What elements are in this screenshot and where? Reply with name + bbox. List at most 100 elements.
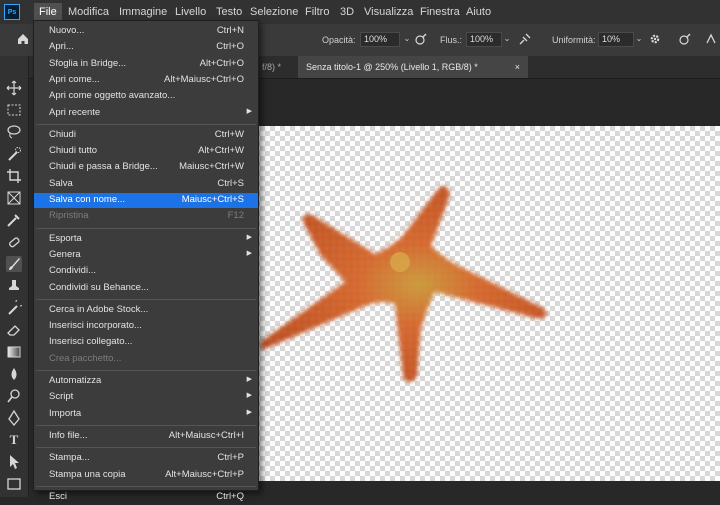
- opacity-label: Opacità:: [322, 35, 356, 45]
- menu-file[interactable]: File: [34, 3, 62, 21]
- type-tool-icon[interactable]: T: [6, 432, 22, 448]
- menu-item-stampa-una-copia[interactable]: Stampa una copia Alt+Maiusc+Ctrl+P: [34, 468, 258, 483]
- menu-separator: [36, 298, 256, 300]
- brush-tool-icon[interactable]: [6, 256, 22, 272]
- eyedropper-tool-icon[interactable]: [6, 212, 22, 228]
- menu-item-salva[interactable]: Salva Ctrl+S: [34, 177, 258, 192]
- tab-active-document[interactable]: Senza titolo-1 @ 250% (Livello 1, RGB/8)…: [298, 56, 528, 78]
- gradient-tool-icon[interactable]: [6, 344, 22, 360]
- dodge-tool-icon[interactable]: [6, 388, 22, 404]
- menu-item-importa[interactable]: Importa ▶: [34, 407, 258, 422]
- menu-item-chiudi[interactable]: Chiudi Ctrl+W: [34, 128, 258, 143]
- menu-item-cerca-in-adobe-stock[interactable]: Cerca in Adobe Stock...: [34, 303, 258, 318]
- menu-item-label: Salva con nome...: [49, 194, 126, 205]
- menu-item-label: Esporta: [49, 232, 82, 244]
- document-canvas[interactable]: [225, 126, 720, 481]
- tab-close-icon[interactable]: ×: [515, 56, 520, 78]
- opacity-dropdown-icon[interactable]: ⌄: [400, 32, 414, 46]
- menu-3d[interactable]: 3D: [340, 5, 354, 19]
- menu-item-inserisci-collegato[interactable]: Inserisci collegato...: [34, 335, 258, 350]
- rectangle-tool-icon[interactable]: [6, 476, 22, 492]
- menu-visualizza[interactable]: Visualizza: [364, 5, 413, 19]
- home-icon[interactable]: [16, 32, 30, 46]
- flow-field[interactable]: 100%: [466, 32, 502, 47]
- menu-filtro[interactable]: Filtro: [305, 5, 329, 19]
- menu-item-automatizza[interactable]: Automatizza ▶: [34, 374, 258, 389]
- photoshop-logo-icon[interactable]: Ps: [4, 4, 20, 20]
- menu-item-apri[interactable]: Apri... Ctrl+O: [34, 40, 258, 55]
- frame-tool-icon[interactable]: [6, 190, 22, 206]
- symmetry-icon[interactable]: [704, 32, 718, 46]
- menu-item-nuovo[interactable]: Nuovo... Ctrl+N: [34, 24, 258, 39]
- menu-aiuto[interactable]: Aiuto: [466, 5, 491, 19]
- pressure-size-icon[interactable]: [678, 32, 692, 46]
- marquee-tool-icon[interactable]: [6, 102, 22, 118]
- opacity-field[interactable]: 100%: [360, 32, 400, 47]
- menu-separator: [36, 424, 256, 426]
- menu-separator: [36, 485, 256, 487]
- menu-item-chiudi-e-passa-a-bridge[interactable]: Chiudi e passa a Bridge... Maiusc+Ctrl+W: [34, 160, 258, 175]
- pen-tool-icon[interactable]: [6, 409, 22, 427]
- submenu-arrow-icon: ▶: [246, 392, 252, 400]
- menu-item-sfoglia-in-bridge[interactable]: Sfoglia in Bridge... Alt+Ctrl+O: [34, 57, 258, 72]
- pressure-opacity-icon[interactable]: [414, 32, 428, 46]
- path-selection-tool-icon[interactable]: [6, 454, 22, 470]
- menu-item-label: Stampa una copia: [49, 468, 126, 480]
- menu-item-label: Condividi...: [49, 265, 96, 277]
- history-brush-tool-icon[interactable]: [6, 297, 25, 316]
- menu-item-label: Chiudi: [49, 128, 76, 140]
- crop-tool-icon[interactable]: [6, 168, 22, 184]
- menu-item-condividi[interactable]: Condividi...: [34, 264, 258, 279]
- menu-item-apri-recente[interactable]: Apri recente ▶: [34, 106, 258, 121]
- menu-finestra[interactable]: Finestra: [420, 5, 460, 19]
- menu-item-condividi-su-behance[interactable]: Condividi su Behance...: [34, 281, 258, 296]
- menu-item-stampa[interactable]: Stampa... Ctrl+P: [34, 451, 258, 466]
- menu-item-label: Apri come...: [49, 73, 100, 85]
- menu-selezione[interactable]: Selezione: [250, 5, 298, 19]
- menu-immagine[interactable]: Immagine: [119, 5, 167, 19]
- menu-item-apri-come[interactable]: Apri come... Alt+Maiusc+Ctrl+O: [34, 73, 258, 88]
- tab-previous-document[interactable]: f/8) *: [254, 56, 289, 78]
- menu-item-label: Apri...: [49, 41, 74, 53]
- menu-modifica[interactable]: Modifica: [68, 5, 109, 19]
- menu-separator: [36, 227, 256, 229]
- menu-item-label: Salva: [49, 177, 73, 189]
- move-tool-icon[interactable]: [6, 80, 22, 96]
- starfish-image: [260, 186, 547, 382]
- submenu-arrow-icon: ▶: [246, 107, 252, 115]
- menu-item-script[interactable]: Script ▶: [34, 390, 258, 405]
- menu-item-label: Ripristina: [49, 210, 89, 222]
- menu-item-apri-come-oggetto-avanzato[interactable]: Apri come oggetto avanzato...: [34, 89, 258, 104]
- flow-dropdown-icon[interactable]: ⌄: [500, 32, 514, 46]
- submenu-arrow-icon: ▶: [246, 408, 252, 416]
- blur-tool-icon[interactable]: [6, 366, 22, 382]
- menu-item-shortcut: Maiusc+Ctrl+S: [181, 194, 244, 205]
- menu-item-inserisci-incorporato[interactable]: Inserisci incorporato...: [34, 319, 258, 334]
- menu-item-esporta[interactable]: Esporta ▶: [34, 232, 258, 247]
- menu-separator: [36, 447, 256, 449]
- tools-panel: T: [0, 56, 29, 497]
- smoothing-field[interactable]: 10%: [598, 32, 634, 47]
- menu-item-info-file[interactable]: Info file... Alt+Maiusc+Ctrl+I: [34, 429, 258, 444]
- menu-item-shortcut: Alt+Ctrl+W: [198, 145, 244, 157]
- smoothing-dropdown-icon[interactable]: ⌄: [632, 32, 646, 46]
- menu-item-chiudi-tutto[interactable]: Chiudi tutto Alt+Ctrl+W: [34, 144, 258, 159]
- menu-item-esci[interactable]: Esci Ctrl+Q: [34, 490, 258, 505]
- menu-item-genera[interactable]: Genera ▶: [34, 248, 258, 263]
- quick-selection-tool-icon[interactable]: [6, 146, 22, 162]
- airbrush-icon[interactable]: [518, 32, 532, 46]
- menu-item-label: Genera: [49, 248, 81, 260]
- menu-livello[interactable]: Livello: [175, 5, 206, 19]
- menu-item-shortcut: F12: [227, 210, 244, 222]
- healing-brush-tool-icon[interactable]: [6, 234, 22, 250]
- menu-item-label: Stampa...: [49, 452, 90, 464]
- gear-icon[interactable]: [648, 32, 662, 46]
- menu-testo[interactable]: Testo: [216, 5, 242, 19]
- menu-item-label: Nuovo...: [49, 25, 85, 36]
- menu-item-salva-con-nome[interactable]: Salva con nome... Maiusc+Ctrl+S: [34, 193, 258, 208]
- eraser-tool-icon[interactable]: [6, 322, 22, 338]
- clone-stamp-tool-icon[interactable]: [6, 278, 22, 294]
- lasso-tool-icon[interactable]: [6, 124, 22, 140]
- menu-item-label: Inserisci collegato...: [49, 336, 133, 348]
- menu-item-shortcut: Ctrl+O: [216, 41, 244, 53]
